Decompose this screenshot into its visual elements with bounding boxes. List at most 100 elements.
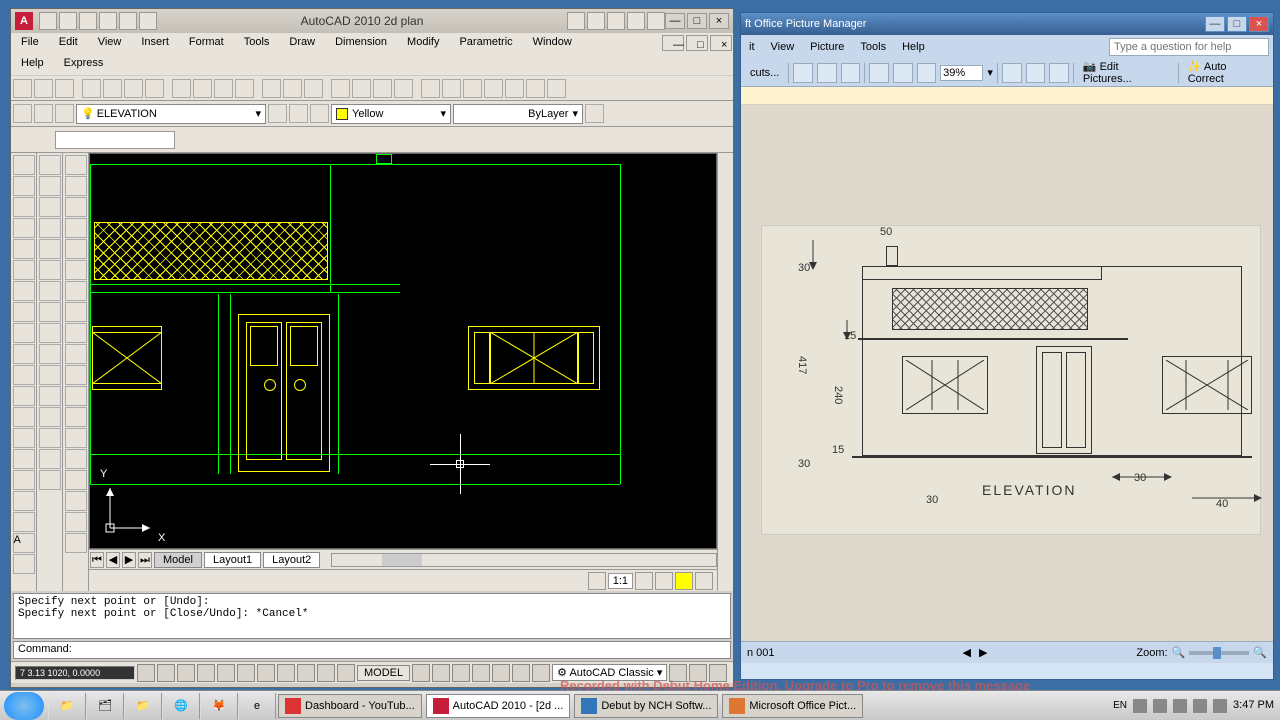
hatch-icon[interactable] bbox=[13, 449, 35, 469]
hscroll[interactable] bbox=[331, 553, 717, 567]
dim-continue-icon[interactable] bbox=[65, 344, 87, 364]
action-icon[interactable] bbox=[1153, 699, 1167, 713]
erase-icon[interactable] bbox=[39, 155, 61, 175]
ducs-toggle[interactable] bbox=[277, 664, 295, 682]
blockeditor-icon[interactable] bbox=[262, 79, 281, 98]
tab-model[interactable]: Model bbox=[154, 552, 202, 568]
table-icon[interactable] bbox=[13, 512, 35, 532]
start-button[interactable] bbox=[4, 692, 44, 720]
chrome-icon[interactable]: 🌐 bbox=[162, 693, 200, 719]
fillet-icon[interactable] bbox=[39, 449, 61, 469]
grid-toggle[interactable] bbox=[157, 664, 175, 682]
menu-view[interactable]: View bbox=[88, 33, 132, 55]
volume-icon[interactable] bbox=[1193, 699, 1207, 713]
libraries-icon[interactable]: 🗂 bbox=[86, 693, 124, 719]
shortcuts-button[interactable]: cuts... bbox=[745, 64, 784, 82]
open-icon[interactable] bbox=[34, 79, 53, 98]
tab-next-button[interactable]: ▶ bbox=[122, 552, 136, 568]
scale-icon[interactable] bbox=[39, 302, 61, 322]
revcloud-icon[interactable] bbox=[13, 302, 35, 322]
menu-dimension[interactable]: Dimension bbox=[325, 33, 397, 55]
menu-window[interactable]: Window bbox=[523, 33, 582, 55]
sb7-icon[interactable] bbox=[532, 664, 550, 682]
lwt-toggle[interactable] bbox=[317, 664, 335, 682]
layer-match-icon[interactable] bbox=[310, 104, 329, 123]
task-autocad[interactable]: AutoCAD 2010 - [2d ... bbox=[426, 694, 571, 718]
sb3-icon[interactable] bbox=[452, 664, 470, 682]
location-bar[interactable] bbox=[741, 87, 1273, 105]
clock[interactable]: 3:47 PM bbox=[1233, 699, 1274, 711]
rect-icon[interactable] bbox=[13, 239, 35, 259]
inspect-icon[interactable] bbox=[65, 449, 87, 469]
menu-express[interactable]: Express bbox=[54, 55, 114, 75]
redo-icon[interactable] bbox=[119, 12, 137, 30]
pm-menu-picture[interactable]: Picture bbox=[802, 38, 852, 56]
tab-layout2[interactable]: Layout2 bbox=[263, 552, 320, 568]
centermark-icon[interactable] bbox=[65, 428, 87, 448]
pm-titlebar[interactable]: ft Office Picture Manager — □ × bbox=[741, 13, 1273, 35]
match-icon[interactable] bbox=[235, 79, 254, 98]
pm-min-button[interactable]: — bbox=[1205, 16, 1225, 32]
mirror-icon[interactable] bbox=[39, 197, 61, 217]
menu-draw[interactable]: Draw bbox=[279, 33, 325, 55]
dim-diameter-icon[interactable] bbox=[65, 260, 87, 280]
rotate-r-icon[interactable] bbox=[1049, 63, 1069, 83]
help-icon[interactable] bbox=[647, 12, 665, 30]
pm-max-button[interactable]: □ bbox=[1227, 16, 1247, 32]
tab-layout1[interactable]: Layout1 bbox=[204, 552, 261, 568]
tab-first-button[interactable]: ⏮ bbox=[90, 552, 104, 568]
sb2-icon[interactable] bbox=[432, 664, 450, 682]
ellipse-icon[interactable] bbox=[13, 344, 35, 364]
pm-prev-button[interactable]: ◀ bbox=[963, 646, 971, 659]
addsel-icon[interactable] bbox=[13, 554, 35, 574]
print-icon[interactable] bbox=[841, 63, 861, 83]
dc-icon[interactable] bbox=[442, 79, 461, 98]
auto-correct-button[interactable]: ✨ Auto Correct bbox=[1183, 57, 1269, 88]
undo-icon[interactable] bbox=[283, 79, 302, 98]
redo-icon[interactable] bbox=[304, 79, 323, 98]
ssm-icon[interactable] bbox=[484, 79, 503, 98]
new-icon[interactable] bbox=[13, 79, 32, 98]
undo-icon[interactable] bbox=[99, 12, 117, 30]
makeblock-icon[interactable] bbox=[13, 407, 35, 427]
menu-tools[interactable]: Tools bbox=[234, 33, 280, 55]
pm-menu-view[interactable]: View bbox=[763, 38, 803, 56]
point-icon[interactable] bbox=[13, 428, 35, 448]
extend-icon[interactable] bbox=[39, 365, 61, 385]
tab-prev-button[interactable]: ◀ bbox=[106, 552, 120, 568]
circle-icon[interactable] bbox=[13, 281, 35, 301]
drawing-canvas[interactable]: Y X bbox=[89, 153, 717, 549]
offset-icon[interactable] bbox=[39, 218, 61, 238]
menu-edit[interactable]: Edit bbox=[49, 33, 88, 55]
model-toggle[interactable]: MODEL bbox=[357, 665, 410, 681]
nav1-icon[interactable] bbox=[635, 572, 653, 590]
pan-icon[interactable] bbox=[331, 79, 350, 98]
undo-icon[interactable] bbox=[917, 63, 937, 83]
pm-close-button[interactable]: × bbox=[1249, 16, 1269, 32]
insert-icon[interactable] bbox=[13, 386, 35, 406]
join-icon[interactable] bbox=[39, 407, 61, 427]
layer-dropdown[interactable]: 💡 ELEVATION ▾ bbox=[76, 104, 266, 124]
lw-icon[interactable] bbox=[585, 104, 604, 123]
sb1-icon[interactable] bbox=[412, 664, 430, 682]
doc-max-button[interactable]: □ bbox=[686, 35, 708, 51]
polygon-icon[interactable] bbox=[13, 218, 35, 238]
pm-menu-help[interactable]: Help bbox=[894, 38, 933, 56]
pm-viewport[interactable]: 50 30 417 15 240 15 30 30 30 40 ELEVATIO… bbox=[741, 105, 1273, 641]
maximize-button[interactable]: □ bbox=[687, 13, 707, 29]
help2-icon[interactable] bbox=[547, 79, 566, 98]
actualsize-icon[interactable] bbox=[1002, 63, 1022, 83]
zoom-slider[interactable] bbox=[1189, 651, 1249, 655]
menu-insert[interactable]: Insert bbox=[131, 33, 179, 55]
polar-toggle[interactable] bbox=[197, 664, 215, 682]
snap-toggle[interactable] bbox=[137, 664, 155, 682]
exchange-icon[interactable] bbox=[607, 12, 625, 30]
command-line[interactable]: Command: bbox=[13, 641, 731, 659]
3dosnap-toggle[interactable] bbox=[237, 664, 255, 682]
trim-icon[interactable] bbox=[39, 344, 61, 364]
menu-parametric[interactable]: Parametric bbox=[449, 33, 522, 55]
tolerance-icon[interactable] bbox=[65, 407, 87, 427]
layer-filter-icon[interactable] bbox=[55, 104, 74, 123]
save-icon[interactable] bbox=[79, 12, 97, 30]
break-icon[interactable] bbox=[39, 386, 61, 406]
